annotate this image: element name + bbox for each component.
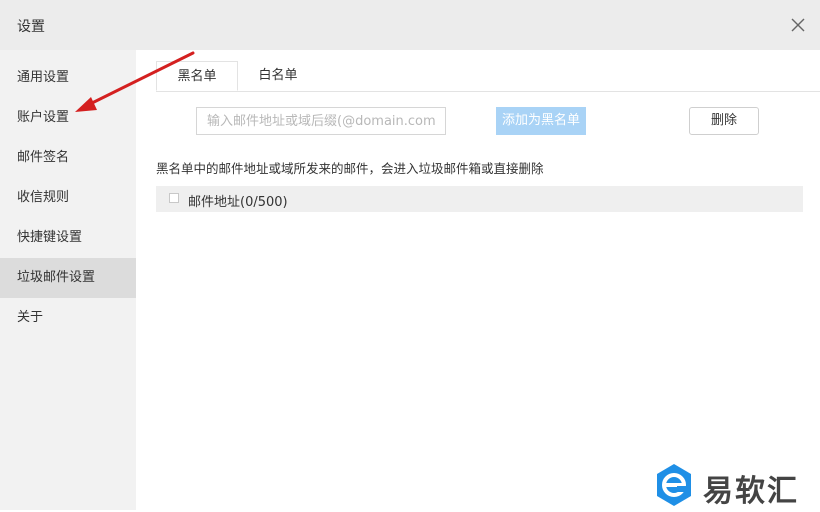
sidebar-item-receive-rules[interactable]: 收信规则 bbox=[0, 178, 136, 218]
e-hexagon-logo-icon bbox=[657, 464, 691, 506]
tab-whitelist[interactable]: 白名单 bbox=[238, 61, 318, 91]
settings-window: 设置 通用设置 账户设置 邮件签名 收信规则 快捷键设置 垃圾邮件设置 关于 黑… bbox=[0, 0, 820, 510]
blacklist-description: 黑名单中的邮件地址或域所发来的邮件，会进入垃圾邮件箱或直接删除 bbox=[156, 161, 544, 176]
email-address-input[interactable] bbox=[196, 107, 446, 135]
spam-settings-panel: 黑名单 白名单 添加为黑名单 删除 黑名单中的邮件地址或域所发来的邮件，会进入垃… bbox=[136, 50, 820, 510]
close-icon bbox=[791, 18, 805, 32]
sidebar-item-account[interactable]: 账户设置 bbox=[0, 98, 136, 138]
close-button[interactable] bbox=[786, 13, 810, 37]
sidebar-item-general[interactable]: 通用设置 bbox=[0, 58, 136, 98]
delete-button[interactable]: 删除 bbox=[689, 107, 759, 135]
sidebar-item-signature[interactable]: 邮件签名 bbox=[0, 138, 136, 178]
select-all-checkbox[interactable] bbox=[169, 193, 179, 203]
tab-bar: 黑名单 白名单 bbox=[156, 61, 820, 92]
watermark: 易软汇 bbox=[653, 462, 813, 509]
window-title: 设置 bbox=[17, 19, 45, 35]
address-count-label: 邮件地址(0/500) bbox=[188, 195, 288, 210]
sidebar-item-shortcuts[interactable]: 快捷键设置 bbox=[0, 218, 136, 258]
watermark-text: 易软汇 bbox=[703, 474, 799, 509]
sidebar-item-about[interactable]: 关于 bbox=[0, 298, 136, 338]
address-list-header: 邮件地址(0/500) bbox=[156, 186, 803, 212]
add-to-blacklist-button[interactable]: 添加为黑名单 bbox=[496, 107, 586, 135]
sidebar-item-spam[interactable]: 垃圾邮件设置 bbox=[0, 258, 136, 298]
title-bar: 设置 bbox=[0, 0, 820, 50]
settings-sidebar: 通用设置 账户设置 邮件签名 收信规则 快捷键设置 垃圾邮件设置 关于 bbox=[0, 50, 136, 510]
tab-blacklist[interactable]: 黑名单 bbox=[156, 61, 238, 91]
